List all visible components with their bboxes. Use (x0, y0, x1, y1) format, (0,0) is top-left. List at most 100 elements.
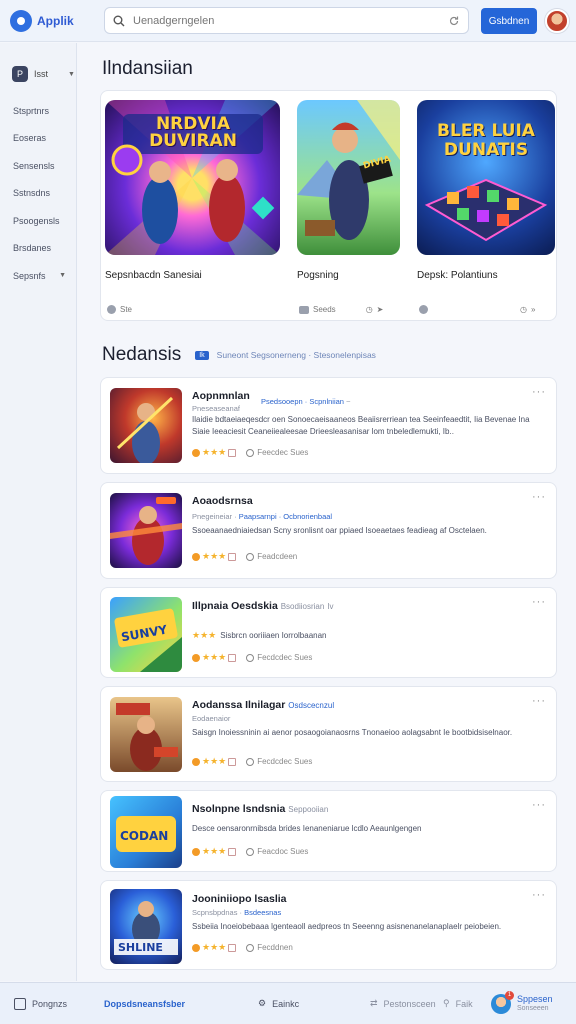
item-thumbnail: SHLINE (110, 889, 182, 964)
featured-card-title: Pogsning (297, 270, 339, 281)
item-rating: ★★★ Feadcdeen (192, 551, 297, 562)
clock-icon[interactable]: ◷ (520, 305, 527, 314)
heart-icon[interactable] (419, 305, 428, 314)
star-rating-icon: ★★★ (202, 551, 227, 561)
featured-art-title: NRDVIA DUVIRAN (149, 114, 237, 151)
more-options-icon[interactable]: ··· (532, 596, 546, 608)
featured-section-title: Ilndansiian (102, 58, 193, 79)
sidebar-item[interactable]: Sensensls (0, 152, 76, 180)
more-options-icon[interactable]: ··· (532, 695, 546, 707)
list-item[interactable]: SHLINE Jooniniiopo lsaslia Scpnsbpdnas ·… (100, 880, 557, 970)
featured-card[interactable]: BLER LUIA DUNATIS Depsk: Polantiuns ◷ » (417, 100, 555, 314)
sidebar-workspace-switcher[interactable]: P Isst ▼ (0, 43, 76, 87)
primary-action-button[interactable]: Gsbdnen (481, 8, 537, 34)
bookmark-icon[interactable] (228, 943, 237, 952)
featured-card-meta: Ste (107, 305, 132, 314)
profile-avatar: 1 (491, 990, 514, 1014)
featured-card-meta: ◷ » (419, 305, 535, 314)
bookmark-icon[interactable] (228, 552, 237, 561)
forward-icon[interactable]: » (531, 305, 535, 314)
link-icon: ⚲ (443, 998, 450, 1008)
bookmark-icon[interactable] (228, 653, 237, 662)
app-logo[interactable]: Applik (10, 9, 100, 32)
item-title: Nsolnpne lsndsnia Seppooiian (192, 803, 329, 815)
star-rating-icon: ★★★ (202, 846, 227, 856)
sidebar-item[interactable]: Sstnsdns (0, 180, 76, 208)
list-section-title: Nedansis (102, 344, 182, 365)
search-input[interactable] (133, 14, 448, 27)
star-rating-icon: ★★★ (202, 756, 227, 766)
sidebar-item[interactable]: Eoseras (0, 125, 76, 153)
search-box[interactable] (104, 7, 469, 34)
featured-art-title: BLER LUIA DUNATIS (437, 121, 535, 160)
workspace-icon: P (12, 66, 28, 82)
sidebar-item[interactable]: Sepsnfs ▼ (0, 262, 76, 290)
item-rating-summary: ★★★ Sisbrcn ooriiiaen Iorrolbaanan (192, 630, 327, 640)
bookmark-icon[interactable] (228, 757, 237, 766)
featured-card-art: BLER LUIA DUNATIS (417, 100, 555, 255)
bottom-nav-item[interactable]: ⇄ Pestonsceen (370, 998, 436, 1009)
item-thumbnail: CODAN (110, 796, 182, 868)
item-thumbnail (110, 697, 182, 772)
bottom-nav-item[interactable]: ⚲ Faik (443, 998, 473, 1009)
featured-card-meta: Seeds ◷ ➤ (299, 305, 383, 314)
item-description: Ssoeaanaedniaiedsan Scny sronlisnt oar p… (192, 526, 487, 535)
chevron-down-icon: ▼ (68, 70, 75, 78)
bottom-nav-item[interactable]: ⚙ Eainkc (258, 998, 299, 1009)
item-rating: ★★★ Feecdec Sues (192, 447, 308, 458)
bottom-nav-item[interactable]: Pongnzs (14, 997, 67, 1010)
sidebar-item[interactable]: Stsprtnrs (0, 97, 76, 125)
clock-icon[interactable]: ◷ (366, 305, 373, 314)
profile-menu[interactable]: 1 Sppesen Sonseeen (491, 990, 553, 1014)
svg-text:SHLINE: SHLINE (118, 941, 163, 954)
list-item[interactable]: Aoaodsrnsa Pnegeineiar · Paapsarnpi · Oc… (100, 482, 557, 579)
bookmark-icon[interactable] (228, 847, 237, 856)
share-icon[interactable]: ➤ (377, 305, 384, 314)
chat-icon[interactable] (299, 305, 309, 314)
item-subtitle-secondary: Pneseaseanaf (192, 404, 240, 413)
workspace-label: Isst (34, 69, 49, 79)
sidebar-item[interactable]: Brsdanes (0, 235, 76, 263)
profile-name: Sppesen (517, 993, 553, 1004)
item-thumbnail (110, 388, 182, 463)
item-subtitle: Psedsooepn · Scpnlniian ~ (261, 397, 351, 406)
item-title: Aoaodsrnsa (192, 495, 253, 507)
more-options-icon[interactable]: ··· (532, 386, 546, 398)
logo-icon (10, 9, 32, 32)
clock-icon (246, 847, 255, 856)
star-rating-icon: ★★★ (192, 630, 217, 640)
featured-card[interactable]: DIVIA Pogsning Seeds ◷ ➤ (297, 100, 400, 314)
more-options-icon[interactable]: ··· (532, 799, 546, 811)
heart-icon[interactable] (107, 305, 116, 314)
item-title: Aodanssa Ilnilagar Osdscecnzul (192, 699, 335, 711)
share-icon: ⇄ (370, 998, 378, 1008)
bookmark-icon[interactable] (228, 448, 237, 457)
list-item[interactable]: Aopnmnlan Psedsooepn · Scpnlniian ~ Pnes… (100, 377, 557, 474)
item-description: Desce oensaronrnibsda brides Ienaneniaru… (192, 824, 422, 833)
item-subtitle: Eodaenaior (192, 714, 231, 723)
list-subtitle[interactable]: Suneont Segsonerneng · Stesonelenpisas (217, 350, 376, 360)
bottom-nav-item-active[interactable]: Dopsdsneansfsber (104, 999, 185, 1009)
more-options-icon[interactable]: ··· (532, 491, 546, 503)
item-rating: ★★★ Fecdcdec Sues (192, 652, 312, 663)
svg-text:CODAN: CODAN (120, 829, 168, 843)
featured-card-title: Sepsnbacdn Sanesiai (105, 270, 202, 281)
clock-icon (246, 448, 255, 457)
item-rating: ★★★ Fecddnen (192, 942, 293, 953)
item-rating: ★★★ Feacdoc Sues (192, 846, 308, 857)
list-item[interactable]: Aodanssa Ilnilagar Osdscecnzul Eodaenaio… (100, 686, 557, 782)
list-item[interactable]: CODAN Nsolnpne lsndsnia Seppooiian Desce… (100, 790, 557, 872)
search-icon (113, 15, 125, 26)
list-header: Nedansis Ik Suneont Segsonerneng · Steso… (102, 344, 376, 366)
rating-badge-icon (192, 552, 200, 561)
user-avatar[interactable] (545, 9, 569, 33)
list-item[interactable]: SUNVY Illpnaia Oesdskia Bsodiiosrian Iv … (100, 587, 557, 678)
item-description: Ssbeiia Inoeiobebaaa lgenteaoll aedpreos… (192, 922, 502, 931)
featured-card[interactable]: NRDVIA DUVIRAN Sepsnbacdn Sanesiai Ste (105, 100, 280, 314)
filter-chip[interactable]: Ik (195, 350, 209, 360)
more-options-icon[interactable]: ··· (532, 889, 546, 901)
item-rating: ★★★ Fecdcdec Sues (192, 756, 312, 767)
star-rating-icon: ★★★ (202, 942, 227, 952)
refresh-icon[interactable] (448, 15, 460, 27)
sidebar-item[interactable]: Psoogensls (0, 207, 76, 235)
